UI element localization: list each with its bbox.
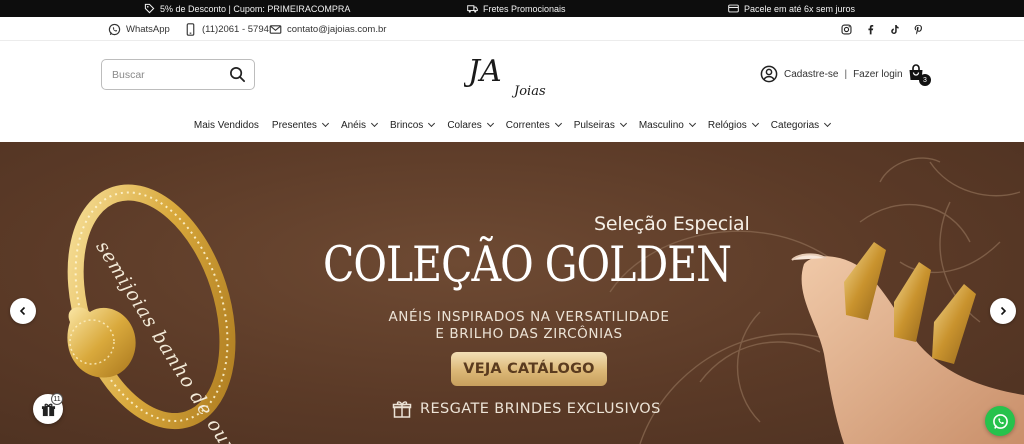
chevron-down-icon	[370, 119, 378, 128]
search-box	[101, 59, 255, 90]
pinterest-icon[interactable]	[913, 24, 924, 35]
whatsapp-label: WhatsApp	[126, 23, 170, 35]
banner-subtitle-line1: ANÉIS INSPIRADOS NA VERSATILIDADE	[388, 309, 670, 325]
nav-label: Presentes	[271, 119, 317, 131]
promo-installments-text: Pacele em até 6x sem juros	[744, 3, 856, 14]
hero-banner[interactable]: semijoias banho de ouro 18k Seleção Espe…	[0, 142, 1024, 444]
chevron-down-icon	[428, 119, 436, 128]
floating-whatsapp-button[interactable]	[985, 406, 1015, 436]
nav-label: Categorias	[770, 119, 820, 131]
nav-item-aneis[interactable]: Anéis	[334, 109, 383, 141]
nav-label: Relógios	[707, 119, 747, 131]
gift-icon	[392, 401, 412, 418]
gift-promo: RESGATE BRINDES EXCLUSIVOS	[392, 397, 661, 421]
chevron-left-icon	[19, 306, 26, 316]
nav-item-categorias[interactable]: Categorias	[764, 109, 836, 141]
promo-bar: 5% de Desconto | Cupom: PRIMEIRACOMPRA F…	[0, 0, 1024, 17]
cart-count-badge: 3	[919, 74, 931, 86]
chevron-down-icon	[321, 119, 329, 128]
logo-word: Joias	[511, 84, 546, 99]
instagram-icon[interactable]	[841, 23, 852, 35]
tag-icon	[144, 3, 155, 14]
login-link[interactable]: Fazer login	[853, 69, 902, 80]
contact-bar: WhatsApp (11)2061 - 5794 contato@jajoias…	[0, 17, 1024, 41]
whatsapp-icon	[108, 23, 121, 35]
mail-icon	[269, 24, 282, 34]
tiktok-icon[interactable]	[889, 24, 900, 35]
social-links	[841, 17, 924, 41]
chevron-down-icon	[751, 119, 759, 128]
gift-count-badge: 11	[51, 393, 63, 405]
promo-installments: Pacele em até 6x sem juros	[728, 0, 855, 17]
nav-item-mais-vendidos[interactable]: Mais Vendidos	[187, 109, 265, 141]
chevron-down-icon	[486, 119, 494, 128]
promo-shipping: Fretes Promocionais	[467, 0, 566, 17]
facebook-icon[interactable]	[865, 24, 876, 35]
email-link[interactable]: contato@jajoias.com.br	[269, 17, 386, 41]
gift-promo-text: RESGATE BRINDES EXCLUSIVOS	[420, 401, 661, 417]
chevron-right-icon	[1000, 306, 1007, 316]
promo-discount-text: 5% de Desconto | Cupom: PRIMEIRACOMPRA	[160, 3, 351, 14]
chevron-down-icon	[619, 119, 627, 128]
user-icon[interactable]	[760, 65, 778, 83]
phone-label: (11)2061 - 5794	[202, 23, 269, 35]
site-header: JA Joias Cadastre-se | Fazer login 3	[0, 41, 1024, 109]
nav-item-relogios[interactable]: Relógios	[701, 109, 764, 141]
search-input[interactable]	[112, 68, 230, 81]
nav-item-masculino[interactable]: Masculino	[632, 109, 701, 141]
banner-subtitle-line2: E BRILHO DAS ZIRCÔNIAS	[435, 326, 623, 342]
whatsapp-icon	[992, 413, 1008, 429]
phone-link[interactable]: (11)2061 - 5794	[184, 17, 269, 41]
nav-label: Anéis	[340, 119, 366, 131]
catalog-button[interactable]: VEJA CATÁLOGO	[451, 352, 607, 386]
nav-label: Mais Vendidos	[193, 119, 259, 131]
nav-item-correntes[interactable]: Correntes	[499, 109, 567, 141]
promo-shipping-text: Fretes Promocionais	[483, 3, 566, 14]
nav-item-colares[interactable]: Colares	[441, 109, 499, 141]
nav-item-presentes[interactable]: Presentes	[265, 109, 334, 141]
account-links: Cadastre-se | Fazer login	[760, 64, 903, 84]
brand-logo[interactable]: JA Joias	[464, 51, 564, 101]
carousel-next-button[interactable]	[990, 298, 1016, 324]
account-separator: |	[844, 68, 848, 80]
truck-icon	[467, 5, 478, 13]
signup-link[interactable]: Cadastre-se	[784, 69, 838, 80]
nav-label: Masculino	[638, 119, 684, 131]
search-icon[interactable]	[229, 66, 246, 83]
whatsapp-link[interactable]: WhatsApp	[108, 17, 170, 41]
email-label: contato@jajoias.com.br	[287, 23, 387, 35]
carousel-prev-button[interactable]	[10, 298, 36, 324]
nav-item-pulseiras[interactable]: Pulseiras	[567, 109, 632, 141]
banner-kicker: Seleção Especial	[594, 213, 750, 235]
logo-letters: JA	[464, 54, 502, 89]
nav-label: Correntes	[505, 119, 550, 131]
nav-item-brincos[interactable]: Brincos	[383, 109, 440, 141]
nav-label: Brincos	[389, 119, 424, 131]
gold-ring-image	[67, 184, 236, 430]
model-hand-image	[791, 242, 1024, 444]
promo-discount: 5% de Desconto | Cupom: PRIMEIRACOMPRA	[144, 0, 350, 17]
nav-label: Colares	[447, 119, 482, 131]
chevron-down-icon	[688, 119, 696, 128]
nav-label: Pulseiras	[573, 119, 615, 131]
main-nav: Mais Vendidos Presentes Anéis Brincos Co…	[0, 109, 1024, 141]
banner-title: COLEÇÃO GOLDEN	[322, 236, 732, 293]
cart-button[interactable]: 3	[906, 63, 932, 89]
banner-subtitle: ANÉIS INSPIRADOS NA VERSATILIDADE E BRIL…	[376, 309, 682, 343]
phone-icon	[186, 22, 195, 36]
chevron-down-icon	[554, 119, 562, 128]
chevron-down-icon	[824, 119, 832, 128]
credit-card-icon	[728, 4, 739, 13]
